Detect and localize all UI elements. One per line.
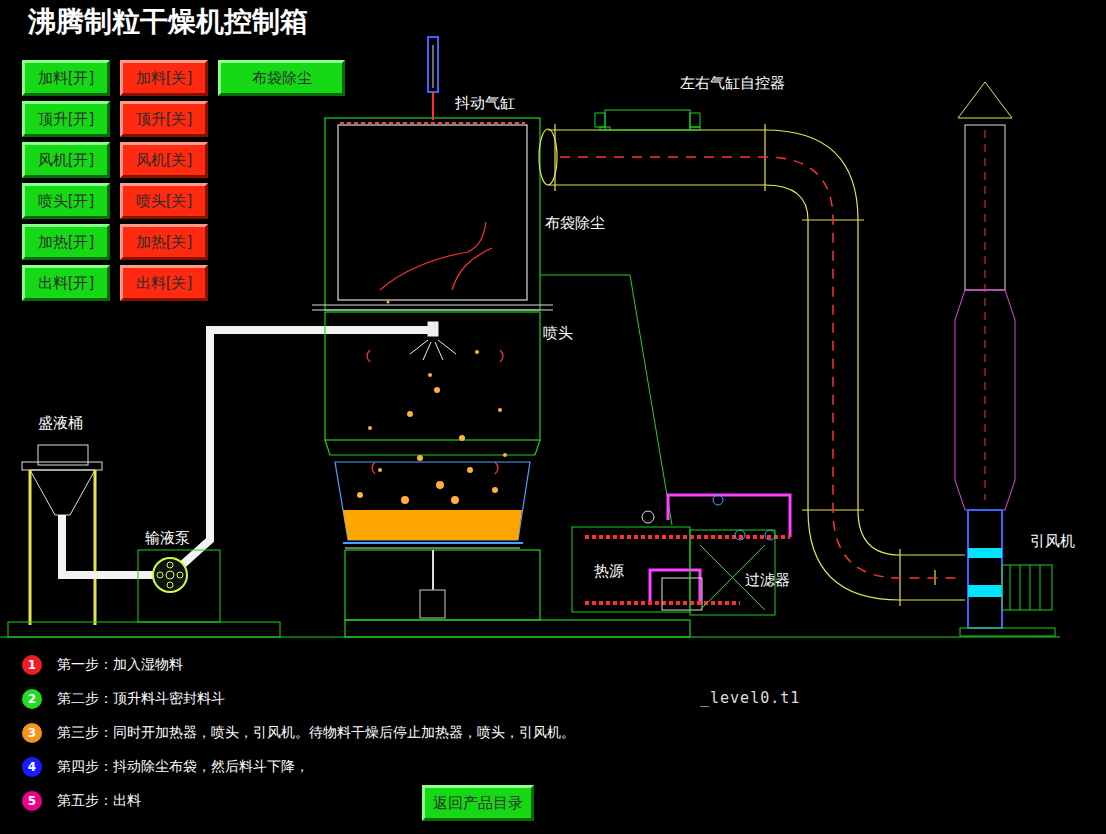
- control-button[interactable]: 喷头[开]: [22, 183, 110, 219]
- particle: [498, 408, 502, 412]
- step-text: 第五步：出料: [57, 792, 141, 810]
- pump: [8, 550, 280, 637]
- control-screen: 抖动气缸左右气缸自控器布袋除尘喷头盛液桶输液泵热源过滤器引风机_level0.t…: [0, 0, 1106, 834]
- diagram-label: 热源: [594, 562, 624, 580]
- particles: [357, 301, 507, 505]
- particle: [357, 492, 363, 498]
- control-button[interactable]: 风机[开]: [22, 142, 110, 178]
- debug-text: _level0.t1: [700, 689, 800, 707]
- control-row: 出料[开] 出料[关]: [22, 265, 1106, 301]
- nozzle-icon: [410, 322, 456, 360]
- particle: [428, 373, 432, 377]
- step-row: 3 第三步：同时开加热器，喷头，引风机。待物料干燥后停止加热器，喷头，引风机。: [22, 716, 1106, 750]
- step-list: 1 第一步：加入湿物料2 第二步：顶升料斗密封料斗3 第三步：同时开加热器，喷头…: [22, 648, 1106, 818]
- particle: [368, 426, 372, 430]
- control-row: 顶升[开] 顶升[关]: [22, 101, 1106, 137]
- control-row: 风机[开] 风机[关]: [22, 142, 1106, 178]
- control-button[interactable]: 出料[开]: [22, 265, 110, 301]
- particle: [417, 455, 423, 461]
- control-row: 加热[开] 加热[关]: [22, 224, 1106, 260]
- diagram-label: 输液泵: [145, 529, 190, 547]
- exhaust-fan: [955, 82, 1055, 636]
- step-row: 2 第二步：顶升料斗密封料斗: [22, 682, 1106, 716]
- diagram-label: 引风机: [1030, 532, 1075, 550]
- control-button[interactable]: 布袋除尘: [218, 60, 345, 96]
- step-badge: 5: [22, 791, 42, 811]
- step-text: 第四步：抖动除尘布袋，然后料斗下降，: [57, 758, 309, 776]
- granulator-vessel: [312, 118, 690, 637]
- step-text: 第三步：同时开加热器，喷头，引风机。待物料干燥后停止加热器，喷头，引风机。: [57, 724, 575, 742]
- step-badge: 2: [22, 689, 42, 709]
- particle: [401, 496, 409, 504]
- cylinder-controller-icon: [595, 110, 700, 130]
- control-panel: 加料[开]加料[关]布袋除尘顶升[开]顶升[关]风机[开]风机[关]喷头[开]喷…: [22, 60, 1106, 301]
- screen-title: 沸腾制粒干燥机控制箱: [28, 4, 1106, 40]
- step-row: 4 第四步：抖动除尘布袋，然后料斗下降，: [22, 750, 1106, 784]
- diagram-label: 喷头: [543, 324, 573, 342]
- control-button[interactable]: 喷头[关]: [120, 183, 208, 219]
- particle: [459, 435, 465, 441]
- control-button[interactable]: 加料[开]: [22, 60, 110, 96]
- control-row: 加料[开] 加料[关] 布袋除尘: [22, 60, 1106, 96]
- step-row: 1 第一步：加入湿物料: [22, 648, 1106, 682]
- control-button[interactable]: 加热[开]: [22, 224, 110, 260]
- particle: [387, 301, 390, 304]
- control-button[interactable]: 顶升[开]: [22, 101, 110, 137]
- diagram-label: 抖动气缸: [454, 94, 515, 112]
- particle: [503, 453, 507, 457]
- control-button[interactable]: 出料[关]: [120, 265, 208, 301]
- return-button[interactable]: 返回产品目录: [422, 785, 534, 821]
- step-badge: 3: [22, 723, 42, 743]
- control-button[interactable]: 加料[关]: [120, 60, 208, 96]
- control-button[interactable]: 加热[关]: [120, 224, 208, 260]
- particle: [407, 411, 413, 417]
- particle: [434, 387, 440, 393]
- step-row: 5 第五步：出料: [22, 784, 1106, 818]
- particle: [451, 496, 459, 504]
- particle: [492, 487, 498, 493]
- particle: [436, 481, 444, 489]
- particle: [475, 350, 479, 354]
- step-text: 第一步：加入湿物料: [57, 656, 183, 674]
- step-badge: 1: [22, 655, 42, 675]
- diagram-label: 布袋除尘: [545, 214, 605, 232]
- particle: [378, 468, 382, 472]
- control-row: 喷头[开] 喷头[关]: [22, 183, 1106, 219]
- step-text: 第二步：顶升料斗密封料斗: [57, 690, 225, 708]
- control-button[interactable]: 顶升[关]: [120, 101, 208, 137]
- diagram-label: 左右气缸自控器: [680, 74, 785, 92]
- control-button[interactable]: 风机[关]: [120, 142, 208, 178]
- air-duct: [539, 124, 965, 606]
- step-badge: 4: [22, 757, 42, 777]
- particle: [467, 467, 473, 473]
- heat-source: [540, 275, 790, 612]
- shake-cylinder-icon: [428, 37, 438, 120]
- diagram-label: 盛液桶: [38, 414, 83, 432]
- diagram-label: 过滤器: [745, 571, 790, 589]
